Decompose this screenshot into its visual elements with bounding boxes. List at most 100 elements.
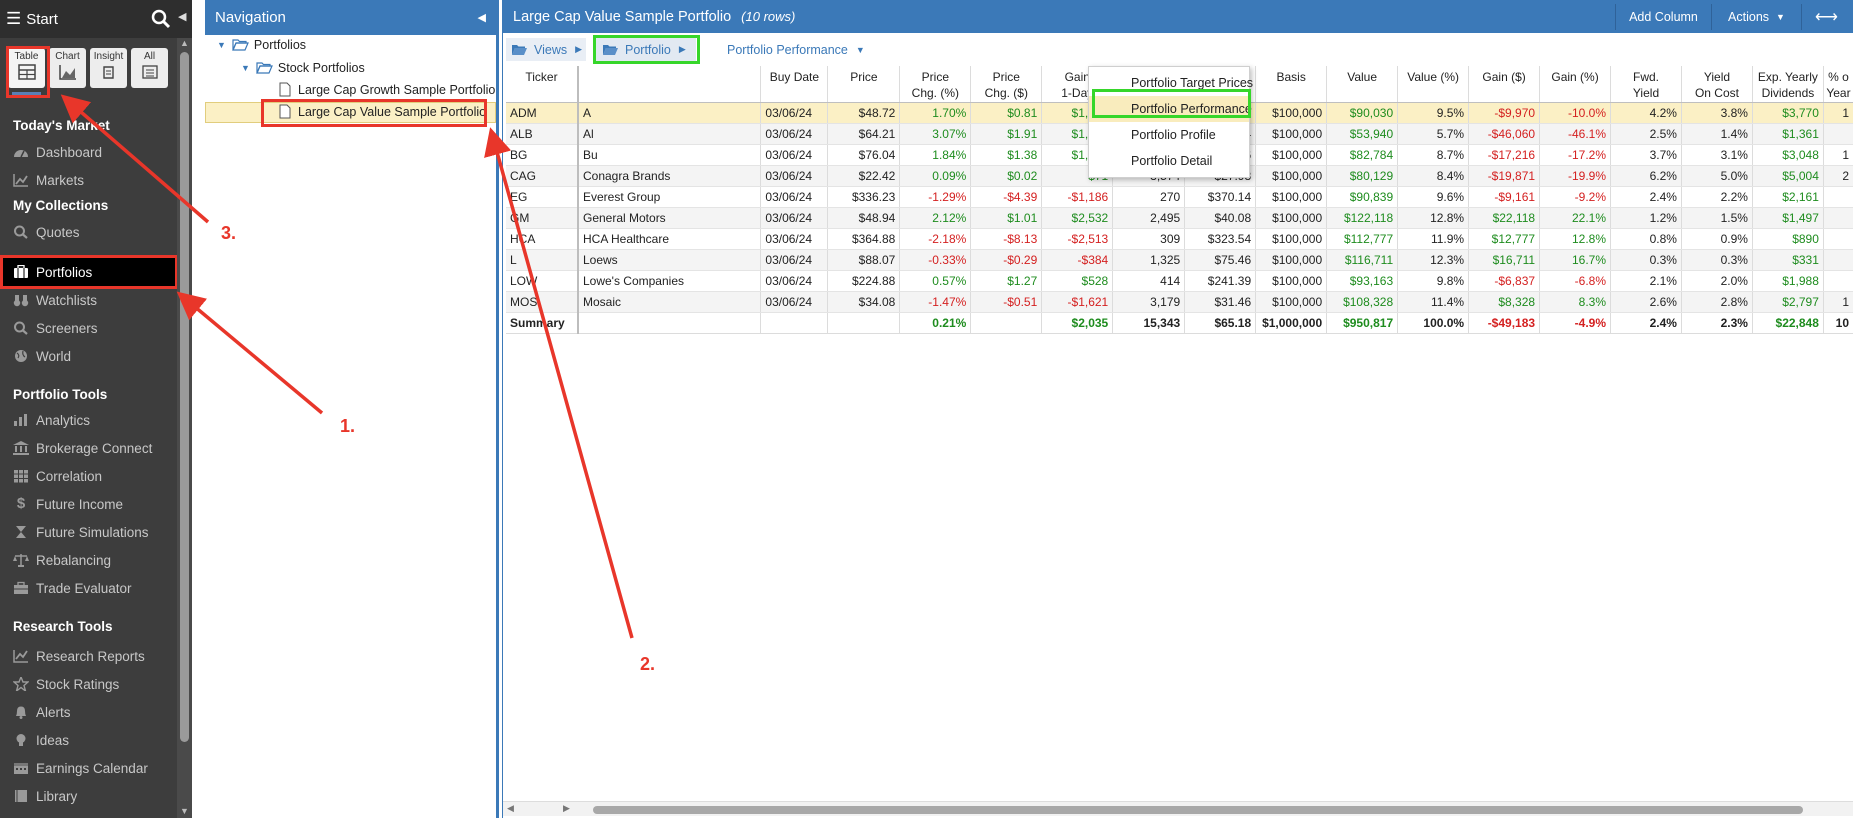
horizontal-scrollbar[interactable]: ◀ ▶ bbox=[503, 801, 1853, 816]
table-cell: -19.9% bbox=[1539, 165, 1612, 187]
column-header[interactable] bbox=[577, 66, 762, 103]
scroll-right-icon[interactable]: ▶ bbox=[563, 803, 570, 814]
table-row[interactable]: HCA HCA Healthcare 03/06/24 $364.88 -2.18% -$… bbox=[506, 228, 1853, 250]
sidebar-scroll-thumb[interactable] bbox=[180, 52, 189, 742]
add-column-button[interactable]: Add Column bbox=[1615, 4, 1711, 30]
table-cell bbox=[1823, 123, 1853, 145]
column-header[interactable]: Value bbox=[1326, 66, 1399, 103]
table-row[interactable]: GM General Motors 03/06/24 $48.94 2.12% $1.01… bbox=[506, 207, 1853, 229]
sidebar-item-future-income[interactable]: $ Future Income bbox=[13, 493, 177, 515]
table-cell: 2.0% bbox=[1681, 270, 1753, 292]
column-header[interactable]: % o Year bbox=[1823, 66, 1853, 103]
view-tab-insight[interactable]: Insight bbox=[90, 48, 127, 88]
menu-item-portfolio-detail[interactable]: Portfolio Detail bbox=[1089, 148, 1249, 174]
sidebar-item-stock-ratings[interactable]: Stock Ratings bbox=[13, 673, 177, 695]
table-cell: 5.0% bbox=[1681, 165, 1753, 187]
expand-caret-icon[interactable]: ▼ bbox=[241, 63, 250, 73]
table-cell: -46.1% bbox=[1539, 123, 1612, 145]
table-cell: $100,000 bbox=[1255, 144, 1328, 166]
tree-node-stock-portfolios[interactable]: ▼ Stock Portfolios bbox=[241, 61, 365, 75]
sidebar-item-screeners[interactable]: Screeners bbox=[13, 317, 177, 339]
sidebar-item-trade-evaluator[interactable]: Trade Evaluator bbox=[13, 577, 177, 599]
search-icon[interactable] bbox=[151, 9, 171, 29]
column-header[interactable]: Yield On Cost bbox=[1681, 66, 1753, 103]
sidebar-item-rebalancing[interactable]: Rebalancing bbox=[13, 549, 177, 571]
sidebar-scrollbar[interactable]: ▲ ▼ bbox=[177, 38, 192, 818]
column-header[interactable]: Price bbox=[827, 66, 901, 103]
table-cell: 03/06/24 bbox=[760, 249, 829, 271]
column-header[interactable]: Exp. Yearly Dividends bbox=[1752, 66, 1824, 103]
sidebar-item-alerts[interactable]: Alerts bbox=[13, 701, 177, 723]
sidebar-item-ideas[interactable]: Ideas bbox=[13, 729, 177, 751]
column-header[interactable]: Gain (%) bbox=[1539, 66, 1612, 103]
main-panel: Large Cap Value Sample Portfolio (10 row… bbox=[502, 0, 1853, 818]
column-header-label: On Cost bbox=[1694, 86, 1739, 100]
sidebar-item-research-reports[interactable]: Research Reports bbox=[13, 645, 177, 667]
table-row[interactable]: L Loews 03/06/24 $88.07 -0.33% -$0.29 -$384 1,3… bbox=[506, 249, 1853, 271]
table-row[interactable]: MOS Mosaic 03/06/24 $34.08 -1.47% -$0.51 -$1,6… bbox=[506, 291, 1853, 313]
sidebar-item-brokerage-connect[interactable]: Brokerage Connect bbox=[13, 437, 177, 459]
hamburger-menu-icon[interactable]: ☰ bbox=[6, 9, 21, 29]
sidebar-item-label: Rebalancing bbox=[36, 552, 112, 568]
table-cell: 5.7% bbox=[1397, 123, 1470, 145]
scroll-left-icon[interactable]: ◀ bbox=[507, 803, 514, 814]
table-cell bbox=[970, 312, 1043, 334]
table-row[interactable]: LOW Lowe's Companies 03/06/24 $224.88 0.57% $… bbox=[506, 270, 1853, 292]
sidebar-item-markets[interactable]: Markets bbox=[13, 169, 177, 191]
horizontal-scroll-thumb[interactable] bbox=[593, 806, 1803, 814]
table-cell: -1.29% bbox=[899, 186, 972, 208]
collapse-navigation-icon[interactable]: ◀ bbox=[478, 11, 486, 24]
sidebar-item-world[interactable]: World bbox=[13, 345, 177, 367]
views-button[interactable]: Views ▶ bbox=[506, 38, 586, 61]
scroll-up-icon[interactable]: ▲ bbox=[180, 38, 189, 48]
column-header[interactable]: Value (%) bbox=[1397, 66, 1470, 103]
column-header[interactable]: Buy Date bbox=[760, 66, 829, 103]
sidebar-item-correlation[interactable]: Correlation bbox=[13, 465, 177, 487]
view-tab-chart[interactable]: Chart bbox=[49, 48, 86, 88]
tree-label: Large Cap Growth Sample Portfolio bbox=[298, 82, 496, 97]
expand-width-button[interactable]: ⟷ bbox=[1801, 4, 1851, 30]
table-cell: -9.2% bbox=[1539, 186, 1612, 208]
table-cell: $5,004 bbox=[1752, 165, 1824, 187]
column-header[interactable]: Gain ($) bbox=[1468, 66, 1541, 103]
column-header[interactable]: Price Chg. ($) bbox=[970, 66, 1043, 103]
sidebar-item-earnings-calendar[interactable]: Earnings Calendar bbox=[13, 757, 177, 779]
actions-button[interactable]: Actions ▼ bbox=[1711, 4, 1801, 30]
scroll-down-icon[interactable]: ▼ bbox=[180, 806, 189, 816]
column-header[interactable]: Fwd. Yield bbox=[1610, 66, 1682, 103]
grid-icon bbox=[14, 470, 28, 483]
table-cell: 0.8% bbox=[1610, 228, 1682, 250]
column-header[interactable]: Basis bbox=[1255, 66, 1328, 103]
menu-item-portfolio-profile[interactable]: Portfolio Profile bbox=[1089, 122, 1249, 148]
summary-row[interactable]: Summary 0.21% $2,035 15,343 $65.18 $1,000,000… bbox=[506, 312, 1853, 334]
table-cell: HCA bbox=[506, 228, 579, 250]
table-cell: MOS bbox=[506, 291, 579, 313]
table-cell: 8.7% bbox=[1397, 144, 1470, 166]
table-cell: $93,163 bbox=[1326, 270, 1399, 292]
table-row[interactable]: EG Everest Group 03/06/24 $336.23 -1.29% -$4.… bbox=[506, 186, 1853, 208]
sidebar-item-watchlists[interactable]: Watchlists bbox=[13, 289, 177, 311]
view-tab-label: All bbox=[143, 51, 156, 62]
column-header[interactable]: Ticker bbox=[506, 66, 579, 103]
sidebar-item-dashboard[interactable]: Dashboard bbox=[13, 141, 177, 163]
table-cell: -4.9% bbox=[1539, 312, 1612, 334]
portfolio-performance-view-button[interactable]: Portfolio Performance ▼ bbox=[727, 38, 865, 61]
sidebar-item-future-simulations[interactable]: Future Simulations bbox=[13, 521, 177, 543]
sidebar-item-quotes[interactable]: Quotes bbox=[13, 221, 177, 243]
sidebar-item-library[interactable]: Library bbox=[13, 785, 177, 807]
table-cell: 11.4% bbox=[1397, 291, 1470, 313]
table-cell: $370.14 bbox=[1184, 186, 1257, 208]
tree-node-portfolios[interactable]: ▼ Portfolios bbox=[217, 38, 306, 52]
view-tab-all[interactable]: All bbox=[131, 48, 168, 88]
column-header[interactable]: Price Chg. (%) bbox=[899, 66, 972, 103]
sidebar-item-label: Stock Ratings bbox=[36, 676, 120, 692]
toolbox-icon bbox=[14, 581, 28, 594]
table-cell: -6.8% bbox=[1539, 270, 1612, 292]
start-label[interactable]: Start bbox=[26, 11, 58, 28]
table-cell: $336.23 bbox=[827, 186, 901, 208]
expand-caret-icon[interactable]: ▼ bbox=[217, 40, 226, 50]
sidebar-item-analytics[interactable]: Analytics bbox=[13, 409, 177, 431]
table-cell: -$1,186 bbox=[1041, 186, 1114, 208]
collapse-sidebar-icon[interactable]: ◀ bbox=[178, 10, 186, 23]
tree-node-growth-portfolio[interactable]: Large Cap Growth Sample Portfolio bbox=[279, 82, 495, 97]
